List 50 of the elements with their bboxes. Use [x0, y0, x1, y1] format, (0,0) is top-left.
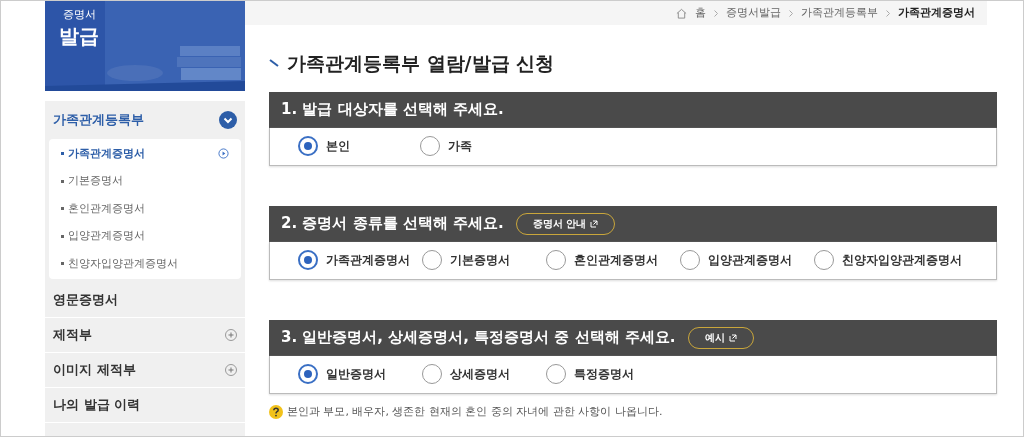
help-icon	[269, 404, 283, 419]
chevron-icon	[886, 9, 890, 17]
radio-option[interactable]: 친양자입양관계증명서	[814, 250, 962, 270]
submenu-item[interactable]: 가족관계증명서	[49, 140, 241, 168]
radio-button[interactable]	[298, 136, 318, 156]
submenu-label: 친양자입양관계증명서	[68, 255, 178, 272]
section-title: 3. 일반증명서, 상세증명서, 특정증명서 중 선택해 주세요.	[281, 327, 676, 349]
chevron-icon	[714, 9, 718, 17]
breadcrumb-link[interactable]: 가족관계등록부	[801, 4, 878, 22]
bullet-icon	[61, 234, 64, 238]
breadcrumb-link[interactable]: 가족관계증명서	[898, 4, 975, 22]
radio-option[interactable]: 상세증명서	[422, 364, 534, 384]
radio-button[interactable]	[298, 364, 318, 384]
bullet-icon	[61, 262, 64, 266]
breadcrumb-link[interactable]: 증명서발급	[726, 4, 781, 22]
radio-option[interactable]: 가족	[420, 136, 530, 156]
section-title: 2. 증명서 종류를 선택해 주세요.	[281, 213, 504, 235]
submenu-label: 혼인관계증명서	[68, 200, 145, 217]
submenu-label: 기본증명서	[68, 173, 123, 189]
section-title: 1. 발급 대상자를 선택해 주세요.	[281, 99, 504, 121]
radio-option[interactable]: 일반증명서	[298, 364, 410, 384]
radio-option[interactable]: 기본증명서	[422, 250, 534, 270]
radio-option[interactable]: 가족관계증명서	[298, 250, 410, 270]
note-text: 본인과 부모, 배우자, 생존한 현재의 혼인 중의 자녀에 관한 사항이 나옵니다.	[287, 403, 663, 420]
submenu-item[interactable]: 혼인관계증명서	[49, 195, 241, 223]
radio-button[interactable]	[298, 250, 318, 270]
plus-circle-icon	[225, 328, 237, 341]
external-link-icon	[590, 219, 599, 228]
submenu-label: 가족관계증명서	[68, 145, 145, 162]
play-circle-icon	[218, 148, 229, 160]
chevron-icon	[789, 9, 793, 17]
radio-option[interactable]: 특정증명서	[546, 364, 668, 384]
banner-title: 증명서	[62, 7, 96, 23]
bullet-icon	[61, 179, 64, 183]
breadcrumb-link[interactable]: 홈	[695, 4, 706, 22]
home-icon	[676, 7, 687, 19]
submenu-item[interactable]: 기본증명서	[49, 167, 241, 195]
page-title: 가족관계등록부 열람/발급 신청	[287, 51, 555, 76]
plus-circle-icon	[225, 363, 237, 376]
submenu-label: 입양관계증명서	[68, 228, 145, 244]
submenu-item[interactable]: 입양관계증명서	[49, 222, 241, 250]
external-link-icon	[728, 333, 737, 342]
title-mark-icon	[269, 59, 279, 68]
radio-option[interactable]: 입양관계증명서	[680, 250, 802, 270]
radio-option[interactable]: 혼인관계증명서	[546, 250, 668, 270]
bullet-icon	[61, 152, 64, 156]
radio-option[interactable]: 본인	[298, 136, 408, 156]
bullet-icon	[61, 207, 64, 211]
submenu-item[interactable]: 친양자입양관계증명서	[49, 250, 241, 278]
banner-title: 발급	[59, 23, 99, 48]
